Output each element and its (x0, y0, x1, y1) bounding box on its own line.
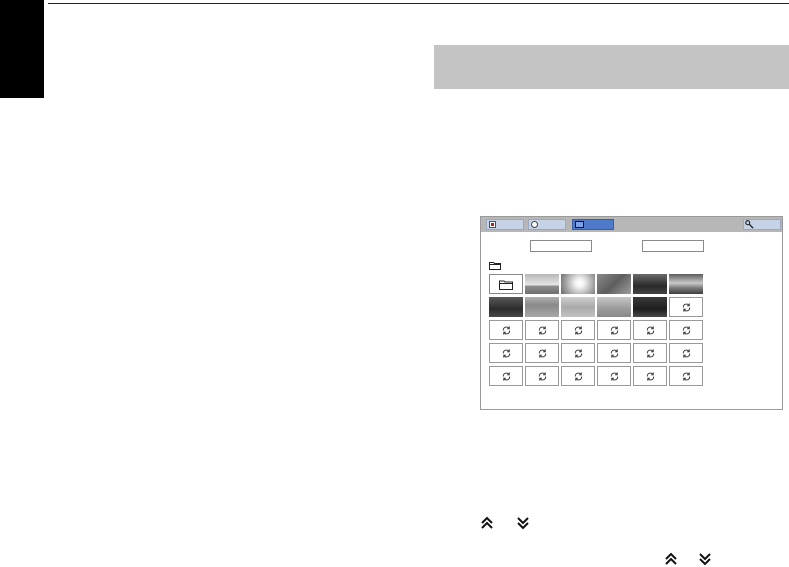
loading-thumbnail[interactable] (669, 320, 703, 340)
photo-thumbnail[interactable] (633, 297, 667, 317)
loading-thumbnail[interactable] (525, 366, 559, 386)
section-heading-bar (434, 45, 789, 89)
folder-tile[interactable] (489, 274, 523, 294)
wrench-icon (745, 220, 754, 229)
refresh-icon (502, 372, 511, 381)
chevron-double-down-icon (516, 516, 530, 530)
photo-thumbnail[interactable] (597, 297, 631, 317)
refresh-icon (682, 303, 691, 312)
photo-thumbnail[interactable] (489, 297, 523, 317)
photo-thumbnail[interactable] (525, 297, 559, 317)
photo-thumbnail[interactable] (669, 274, 703, 294)
loading-thumbnail[interactable] (561, 366, 595, 386)
photo-icon (489, 221, 496, 228)
chevron-double-up-icon (664, 552, 678, 566)
photo-thumbnail[interactable] (561, 297, 595, 317)
loading-thumbnail[interactable] (489, 366, 523, 386)
loading-thumbnail[interactable] (597, 366, 631, 386)
refresh-icon (610, 349, 619, 358)
left-field[interactable] (530, 240, 592, 252)
tab-setup[interactable] (743, 219, 781, 230)
edge-tab (0, 0, 44, 98)
header-rule (48, 3, 789, 4)
tab-video[interactable] (572, 219, 614, 230)
photo-thumbnail[interactable] (633, 274, 667, 294)
refresh-icon (574, 349, 583, 358)
loading-thumbnail[interactable] (561, 343, 595, 363)
refresh-icon (646, 372, 655, 381)
photo-thumbnail[interactable] (525, 274, 559, 294)
refresh-icon (646, 349, 655, 358)
refresh-icon (574, 372, 583, 381)
media-tab-bar (481, 217, 782, 232)
refresh-icon (610, 372, 619, 381)
refresh-icon (538, 326, 547, 335)
parent-folder-icon[interactable] (489, 261, 501, 270)
loading-thumbnail[interactable] (525, 320, 559, 340)
loading-thumbnail[interactable] (525, 343, 559, 363)
loading-thumbnail[interactable] (489, 320, 523, 340)
loading-thumbnail[interactable] (669, 297, 703, 317)
loading-thumbnail[interactable] (633, 320, 667, 340)
loading-thumbnail[interactable] (633, 366, 667, 386)
loading-thumbnail[interactable] (633, 343, 667, 363)
photo-thumbnail[interactable] (561, 274, 595, 294)
refresh-icon (502, 349, 511, 358)
loading-thumbnail[interactable] (669, 343, 703, 363)
chevron-double-down-icon (698, 552, 712, 566)
loading-thumbnail[interactable] (597, 320, 631, 340)
refresh-icon (502, 326, 511, 335)
photo-thumbnail[interactable] (597, 274, 631, 294)
media-browser-screenshot (480, 216, 783, 410)
loading-thumbnail[interactable] (561, 320, 595, 340)
tab-photo[interactable] (486, 219, 524, 230)
loading-thumbnail[interactable] (669, 366, 703, 386)
tab-music[interactable] (528, 219, 566, 230)
refresh-icon (682, 372, 691, 381)
folder-icon (499, 280, 513, 290)
chevron-double-up-icon (480, 516, 494, 530)
refresh-icon (538, 372, 547, 381)
refresh-icon (646, 326, 655, 335)
refresh-icon (682, 349, 691, 358)
refresh-icon (574, 326, 583, 335)
right-field[interactable] (642, 240, 704, 252)
refresh-icon (610, 326, 619, 335)
loading-thumbnail[interactable] (489, 343, 523, 363)
loading-thumbnail[interactable] (597, 343, 631, 363)
music-icon (531, 221, 538, 228)
video-icon (575, 221, 584, 228)
refresh-icon (538, 349, 547, 358)
refresh-icon (682, 326, 691, 335)
